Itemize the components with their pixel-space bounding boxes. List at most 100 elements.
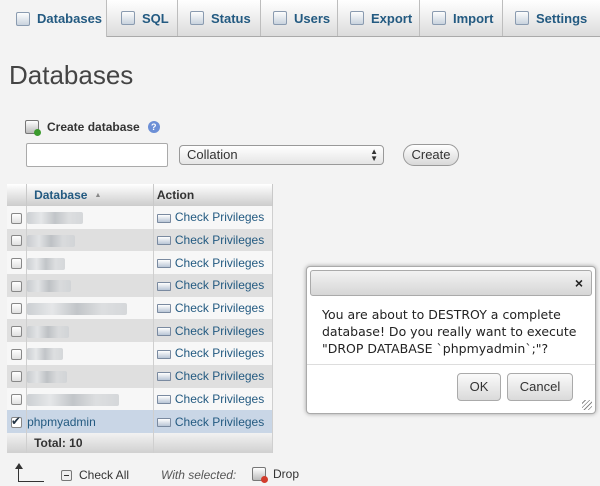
redacted-name [27,257,66,270]
row-checkbox[interactable] [11,212,23,224]
check-privileges-link[interactable]: Check Privileges [153,206,274,229]
check-privileges-link[interactable]: Check Privileges [153,274,274,297]
header-checkbox-cell [7,184,28,206]
select-arrows-icon: ▲ ▼ [370,147,378,163]
table-row: Check Privileges [7,387,274,411]
check-privileges-link[interactable]: Check Privileges [153,342,274,365]
table-row: Check Privileges [7,364,274,388]
tab-status[interactable]: Status [178,0,261,36]
sql-icon [121,11,135,25]
database-name-link[interactable] [26,206,154,229]
table-row-selected: phpmyadmin Check Privileges [7,410,274,433]
table-row: Check Privileges [7,342,274,365]
drop-label: Drop [273,467,300,481]
row-checkbox[interactable] [11,326,23,338]
table-row: Check Privileges [7,251,274,275]
row-checkbox[interactable] [11,258,23,270]
database-icon [16,11,30,26]
check-all-toggle[interactable]: Check All [61,468,129,482]
tab-users[interactable]: Users [261,0,338,36]
dialog-divider [307,364,595,365]
privileges-icon [156,349,171,359]
database-name-link[interactable] [26,228,154,252]
database-name-link[interactable] [26,319,154,343]
privileges-icon [156,327,171,337]
top-tab-bar: Databases SQL Status Users Export Import… [0,0,600,37]
privileges-icon [156,213,171,223]
tab-databases[interactable]: Databases [0,0,107,37]
databases-table: Database ▲ Action Check Privileges Check … [7,184,274,453]
status-icon [190,11,204,25]
row-checkbox[interactable] [11,394,23,406]
privileges-icon [156,304,171,314]
row-checkbox-checked[interactable] [11,414,23,428]
privileges-icon [156,417,171,427]
close-icon[interactable]: × [575,275,583,291]
total-row: Total: 10 [7,432,274,453]
check-privileges-link[interactable]: Check Privileges [153,251,274,275]
check-privileges-link[interactable]: Check Privileges [153,410,274,433]
create-database-label: Create database [47,120,140,134]
table-row: Check Privileges [7,206,274,229]
resize-handle-icon[interactable] [582,400,592,410]
database-name-link[interactable] [26,364,154,388]
check-all-checkbox[interactable] [61,469,72,481]
redacted-name [27,280,72,293]
redacted-name [27,348,64,361]
database-name-input[interactable] [26,143,168,167]
row-checkbox[interactable] [11,280,23,292]
tab-sql[interactable]: SQL [107,0,178,36]
total-count: Total: 10 [26,432,154,453]
tab-settings[interactable]: Settings [503,0,600,36]
database-name-link[interactable]: phpmyadmin [26,410,154,433]
new-database-icon [25,120,41,136]
database-name-link[interactable] [26,387,154,411]
tab-export[interactable]: Export [338,0,420,36]
create-database-heading: Create database ? [25,120,160,136]
table-row: Check Privileges [7,274,274,297]
row-checkbox[interactable] [11,235,23,247]
row-checkbox[interactable] [11,348,23,360]
privileges-icon [156,259,171,269]
privileges-icon [156,281,171,291]
redacted-name [27,212,84,225]
help-icon[interactable]: ? [147,121,160,133]
cancel-button[interactable]: Cancel [507,373,573,401]
redacted-name [27,370,68,383]
dialog-message: You are about to DESTROY a complete data… [322,307,577,356]
redacted-name [27,302,128,315]
row-checkbox[interactable] [11,303,23,315]
check-privileges-link[interactable]: Check Privileges [153,296,274,320]
page-title: Databases [9,60,134,90]
database-name-link[interactable] [26,251,154,275]
table-header-row: Database ▲ Action [7,184,274,206]
arrow-up-left-icon [15,463,44,482]
check-privileges-link[interactable]: Check Privileges [153,228,274,252]
users-icon [273,11,287,25]
table-row: Check Privileges [7,319,274,343]
database-name-link[interactable] [26,296,154,320]
import-icon [432,11,446,25]
create-button[interactable]: Create [403,144,459,166]
dialog-titlebar[interactable]: × [310,270,592,296]
privileges-icon [156,395,171,405]
export-icon [350,11,364,25]
bulk-actions-bar: Check All With selected: Drop [0,462,600,486]
database-name-link[interactable] [26,342,154,365]
with-selected-label: With selected: [161,468,237,482]
redacted-name [27,325,70,338]
check-all-label: Check All [79,468,130,482]
sort-by-database-header[interactable]: Database ▲ [26,184,154,206]
check-privileges-link[interactable]: Check Privileges [153,387,274,411]
table-row: Check Privileges [7,228,274,252]
row-checkbox[interactable] [11,371,23,383]
check-privileges-link[interactable]: Check Privileges [153,319,274,343]
table-row: Check Privileges [7,296,274,320]
tab-import[interactable]: Import [420,0,503,36]
database-name-link[interactable] [26,274,154,297]
ok-button[interactable]: OK [457,373,501,401]
collation-select[interactable]: Collation ▲ ▼ [179,145,384,165]
privileges-icon [156,372,171,382]
drop-button[interactable]: Drop [252,467,300,483]
check-privileges-link[interactable]: Check Privileges [153,364,274,388]
